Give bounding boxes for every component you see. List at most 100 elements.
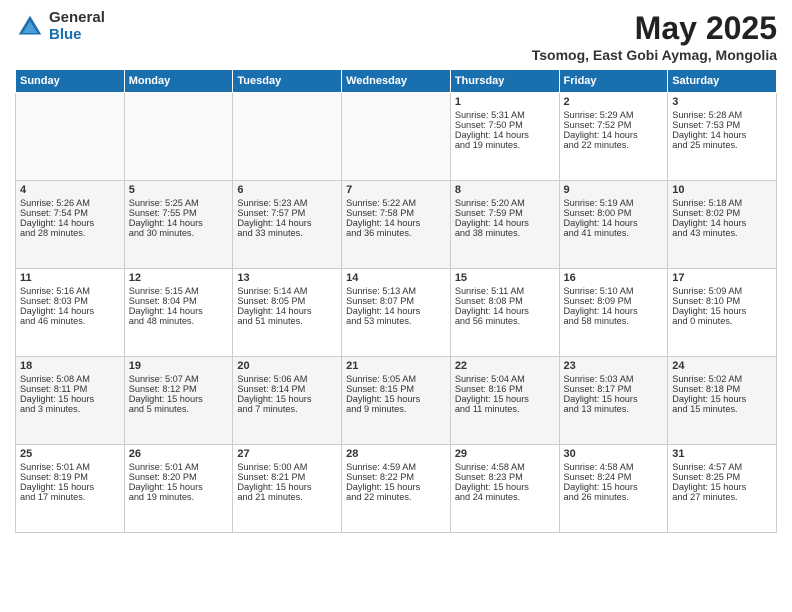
day-info-line: Daylight: 15 hours bbox=[455, 394, 555, 404]
day-info-line: Daylight: 14 hours bbox=[346, 218, 446, 228]
day-info-line: Sunrise: 5:02 AM bbox=[672, 374, 772, 384]
day-cell: 13Sunrise: 5:14 AMSunset: 8:05 PMDayligh… bbox=[233, 269, 342, 357]
day-number: 31 bbox=[672, 448, 772, 460]
day-info-line: and 43 minutes. bbox=[672, 228, 772, 238]
day-info-line: Sunset: 8:05 PM bbox=[237, 296, 337, 306]
day-info-line: and 13 minutes. bbox=[564, 404, 664, 414]
day-number: 18 bbox=[20, 360, 120, 372]
day-info-line: Daylight: 14 hours bbox=[455, 130, 555, 140]
day-info-line: Daylight: 14 hours bbox=[455, 218, 555, 228]
day-info-line: Daylight: 14 hours bbox=[129, 218, 229, 228]
logo-icon bbox=[15, 12, 45, 42]
day-number: 20 bbox=[237, 360, 337, 372]
day-info-line: and 26 minutes. bbox=[564, 492, 664, 502]
day-cell bbox=[124, 93, 233, 181]
logo-text: General Blue bbox=[49, 10, 105, 43]
day-info-line: Sunrise: 5:10 AM bbox=[564, 286, 664, 296]
day-info-line: Sunset: 8:14 PM bbox=[237, 384, 337, 394]
day-cell: 28Sunrise: 4:59 AMSunset: 8:22 PMDayligh… bbox=[342, 445, 451, 533]
col-tuesday: Tuesday bbox=[233, 70, 342, 93]
day-info-line: Sunrise: 5:09 AM bbox=[672, 286, 772, 296]
day-info-line: Sunset: 8:11 PM bbox=[20, 384, 120, 394]
day-cell bbox=[233, 93, 342, 181]
day-info-line: Daylight: 14 hours bbox=[455, 306, 555, 316]
day-info-line: and 19 minutes. bbox=[455, 140, 555, 150]
col-monday: Monday bbox=[124, 70, 233, 93]
day-info-line: Sunset: 8:22 PM bbox=[346, 472, 446, 482]
day-info-line: Sunrise: 5:15 AM bbox=[129, 286, 229, 296]
day-info-line: Sunset: 8:18 PM bbox=[672, 384, 772, 394]
day-info-line: and 3 minutes. bbox=[20, 404, 120, 414]
day-number: 1 bbox=[455, 96, 555, 108]
day-info-line: Daylight: 14 hours bbox=[237, 306, 337, 316]
day-cell: 11Sunrise: 5:16 AMSunset: 8:03 PMDayligh… bbox=[16, 269, 125, 357]
day-info-line: Sunset: 8:10 PM bbox=[672, 296, 772, 306]
day-info-line: Sunrise: 5:29 AM bbox=[564, 110, 664, 120]
day-info-line: and 5 minutes. bbox=[129, 404, 229, 414]
day-cell: 5Sunrise: 5:25 AMSunset: 7:55 PMDaylight… bbox=[124, 181, 233, 269]
day-cell: 23Sunrise: 5:03 AMSunset: 8:17 PMDayligh… bbox=[559, 357, 668, 445]
week-row-5: 25Sunrise: 5:01 AMSunset: 8:19 PMDayligh… bbox=[16, 445, 777, 533]
day-info-line: Daylight: 14 hours bbox=[346, 306, 446, 316]
day-cell: 12Sunrise: 5:15 AMSunset: 8:04 PMDayligh… bbox=[124, 269, 233, 357]
day-info-line: and 22 minutes. bbox=[564, 140, 664, 150]
week-row-3: 11Sunrise: 5:16 AMSunset: 8:03 PMDayligh… bbox=[16, 269, 777, 357]
day-info-line: Sunset: 8:24 PM bbox=[564, 472, 664, 482]
day-info-line: Daylight: 14 hours bbox=[20, 306, 120, 316]
day-info-line: Sunrise: 5:07 AM bbox=[129, 374, 229, 384]
day-cell: 1Sunrise: 5:31 AMSunset: 7:50 PMDaylight… bbox=[450, 93, 559, 181]
day-info-line: and 21 minutes. bbox=[237, 492, 337, 502]
day-info-line: Sunset: 8:17 PM bbox=[564, 384, 664, 394]
day-info-line: Sunset: 7:53 PM bbox=[672, 120, 772, 130]
day-info-line: Daylight: 15 hours bbox=[20, 394, 120, 404]
day-info-line: Daylight: 14 hours bbox=[129, 306, 229, 316]
day-cell: 27Sunrise: 5:00 AMSunset: 8:21 PMDayligh… bbox=[233, 445, 342, 533]
day-info-line: Sunset: 7:55 PM bbox=[129, 208, 229, 218]
day-info-line: Sunrise: 5:11 AM bbox=[455, 286, 555, 296]
day-number: 22 bbox=[455, 360, 555, 372]
day-number: 12 bbox=[129, 272, 229, 284]
day-info-line: and 46 minutes. bbox=[20, 316, 120, 326]
day-number: 10 bbox=[672, 184, 772, 196]
day-info-line: Sunset: 8:23 PM bbox=[455, 472, 555, 482]
day-number: 26 bbox=[129, 448, 229, 460]
day-info-line: Daylight: 14 hours bbox=[564, 218, 664, 228]
day-number: 30 bbox=[564, 448, 664, 460]
day-info-line: Daylight: 15 hours bbox=[346, 394, 446, 404]
day-info-line: and 48 minutes. bbox=[129, 316, 229, 326]
day-number: 4 bbox=[20, 184, 120, 196]
day-info-line: Daylight: 15 hours bbox=[672, 306, 772, 316]
day-info-line: Sunrise: 5:04 AM bbox=[455, 374, 555, 384]
day-number: 16 bbox=[564, 272, 664, 284]
day-info-line: Sunrise: 4:57 AM bbox=[672, 462, 772, 472]
day-info-line: Sunrise: 4:58 AM bbox=[564, 462, 664, 472]
page: General Blue May 2025 Tsomog, East Gobi … bbox=[0, 0, 792, 543]
day-info-line: and 36 minutes. bbox=[346, 228, 446, 238]
day-info-line: Sunset: 8:16 PM bbox=[455, 384, 555, 394]
day-info-line: Daylight: 15 hours bbox=[20, 482, 120, 492]
day-cell bbox=[342, 93, 451, 181]
day-cell: 25Sunrise: 5:01 AMSunset: 8:19 PMDayligh… bbox=[16, 445, 125, 533]
day-number: 27 bbox=[237, 448, 337, 460]
day-info-line: Daylight: 14 hours bbox=[20, 218, 120, 228]
day-info-line: Sunrise: 5:23 AM bbox=[237, 198, 337, 208]
day-info-line: Daylight: 15 hours bbox=[672, 482, 772, 492]
day-info-line: and 25 minutes. bbox=[672, 140, 772, 150]
logo-blue: Blue bbox=[49, 27, 105, 44]
day-number: 25 bbox=[20, 448, 120, 460]
header-row: Sunday Monday Tuesday Wednesday Thursday… bbox=[16, 70, 777, 93]
day-info-line: Sunrise: 5:01 AM bbox=[20, 462, 120, 472]
day-info-line: Daylight: 14 hours bbox=[564, 130, 664, 140]
logo: General Blue bbox=[15, 10, 105, 43]
day-info-line: Daylight: 15 hours bbox=[455, 482, 555, 492]
day-number: 29 bbox=[455, 448, 555, 460]
day-info-line: Sunrise: 5:05 AM bbox=[346, 374, 446, 384]
col-saturday: Saturday bbox=[668, 70, 777, 93]
day-info-line: Sunset: 7:58 PM bbox=[346, 208, 446, 218]
col-sunday: Sunday bbox=[16, 70, 125, 93]
day-info-line: Sunset: 8:25 PM bbox=[672, 472, 772, 482]
day-cell: 10Sunrise: 5:18 AMSunset: 8:02 PMDayligh… bbox=[668, 181, 777, 269]
day-info-line: Sunset: 7:57 PM bbox=[237, 208, 337, 218]
day-cell: 15Sunrise: 5:11 AMSunset: 8:08 PMDayligh… bbox=[450, 269, 559, 357]
day-info-line: Daylight: 14 hours bbox=[237, 218, 337, 228]
